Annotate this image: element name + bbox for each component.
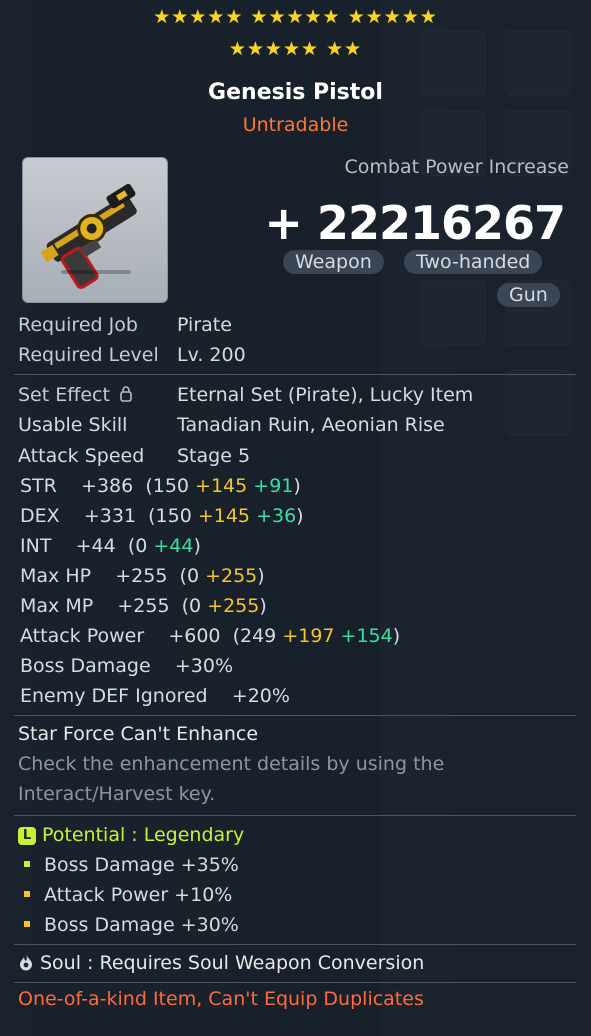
item-name: Genesis Pistol [208,80,383,105]
stat-bonus-green: +91 [253,475,294,497]
stat-close: ) [293,475,301,497]
star-force-hint-line1: Check the enhancement details by using t… [18,753,445,775]
star-force-stars-row1: ★★★★★ ★★★★★ ★★★★★ [153,6,438,28]
set-effect-value: Eternal Set (Pirate), Lucky Item [177,384,474,406]
tag-gun: Gun [497,283,560,307]
stat-base: (150 [148,505,198,527]
divider [14,815,576,816]
stat-name: DEX [20,505,60,527]
stat-name: Boss Damage [20,655,151,677]
potential-header: L Potential : Legendary [18,824,244,846]
stat-bonus-green: +154 [340,625,393,647]
star-force-title: Star Force Can't Enhance [18,723,259,745]
star-force-stars-row2: ★★★★★ ★★ [228,38,363,60]
required-job-label: Required Job [18,314,138,336]
stat-row-int: INT +44 (0 +44) [20,535,201,557]
stat-name: INT [20,535,52,557]
stat-bonus-green: +36 [256,505,297,527]
divider [14,715,576,716]
required-level-row: Required Level [18,344,159,366]
required-job-row: Required Job [18,314,138,336]
stat-name: Max MP [20,595,94,617]
potential-line: Boss Damage +35% [24,854,239,876]
tag-two-handed: Two-handed [404,250,543,274]
potential-line: Boss Damage +30% [24,914,239,936]
stat-base: (249 [232,625,283,647]
stat-bonus-yellow: +255 [205,565,258,587]
usable-skill-label: Usable Skill [18,414,128,436]
stat-row-max-hp: Max HP +255 (0 +255) [20,565,265,587]
divider [14,374,576,375]
legendary-badge-icon: L [18,827,36,845]
stat-total: +255 [117,595,170,617]
bullet-icon [24,891,30,897]
stat-bonus-yellow: +145 [195,475,248,497]
potential-line: Attack Power +10% [24,884,232,906]
stat-total: +331 [83,505,137,527]
set-effect-label: Set Effect [18,384,110,406]
item-tooltip: ★★★★★ ★★★★★ ★★★★★ ★★★★★ ★★ Genesis Pisto… [0,0,591,1036]
stat-bonus-yellow: +145 [197,505,251,527]
stat-total: +30% [174,655,233,677]
combat-power-label: Combat Power Increase [344,156,569,178]
stat-close: ) [257,565,265,587]
stat-close: ) [259,595,267,617]
pistol-icon [40,183,137,289]
stat-total: +386 [81,475,134,497]
lock-icon [120,386,132,402]
stat-row-max-mp: Max MP +255 (0 +255) [20,595,267,617]
combat-power-value: + 22216267 [264,196,566,250]
potential-line-text: Boss Damage +30% [44,914,239,936]
potential-line-text: Boss Damage +35% [44,854,239,876]
stat-close: ) [193,535,201,557]
tradability-label: Untradable [242,114,349,136]
stat-bonus-yellow: +197 [282,625,335,647]
stat-row-str: STR +386 (150 +145 +91) [20,475,301,497]
attack-speed-value: Stage 5 [177,445,251,467]
attack-speed-label: Attack Speed [18,445,145,467]
tag-weapon: Weapon [283,250,384,274]
stat-row-attack-power: Attack Power +600 (249 +197 +154) [20,625,400,647]
stat-total: +20% [231,685,290,707]
divider [14,982,576,983]
soul-flame-icon [20,954,32,971]
required-job-value: Pirate [177,314,232,336]
bullet-icon [24,921,30,927]
usable-skill-value: Tanadian Ruin, Aeonian Rise [177,414,445,436]
stat-base: (0 [179,565,206,587]
stat-close: ) [392,625,401,647]
stat-name: Enemy DEF Ignored [20,685,208,707]
stat-name: STR [20,475,57,497]
star-force-hint-line2: Interact/Harvest key. [18,783,216,805]
stat-name: Max HP [20,565,92,587]
stat-row-enemy-def-ignored: Enemy DEF Ignored +20% [20,685,290,707]
stat-total: +255 [115,565,168,587]
required-level-label: Required Level [18,344,159,366]
potential-line-text: Attack Power +10% [44,884,233,906]
duplicate-warning: One-of-a-kind Item, Can't Equip Duplicat… [18,988,424,1010]
stat-name: Attack Power [20,625,145,647]
potential-title: Potential : Legendary [42,824,245,846]
set-effect-row: Set Effect [18,384,132,406]
soul-row: Soul : Requires Soul Weapon Conversion [18,952,424,974]
stat-base: (0 [181,595,208,617]
bullet-icon [24,861,30,867]
stat-total: +44 [75,535,116,557]
stat-row-boss-damage: Boss Damage +30% [20,655,233,677]
required-level-value: Lv. 200 [177,344,246,366]
stat-row-dex: DEX +331 (150 +145 +36) [20,505,304,527]
stat-total: +600 [168,625,221,647]
soul-text: Soul : Requires Soul Weapon Conversion [40,952,425,974]
item-icon-frame [22,157,168,303]
stat-close: ) [296,505,304,527]
stat-base: (0 [127,535,154,557]
stat-base: (150 [145,475,196,497]
stat-bonus-green: +44 [153,535,194,557]
divider [14,944,576,945]
stat-bonus-yellow: +255 [207,595,260,617]
